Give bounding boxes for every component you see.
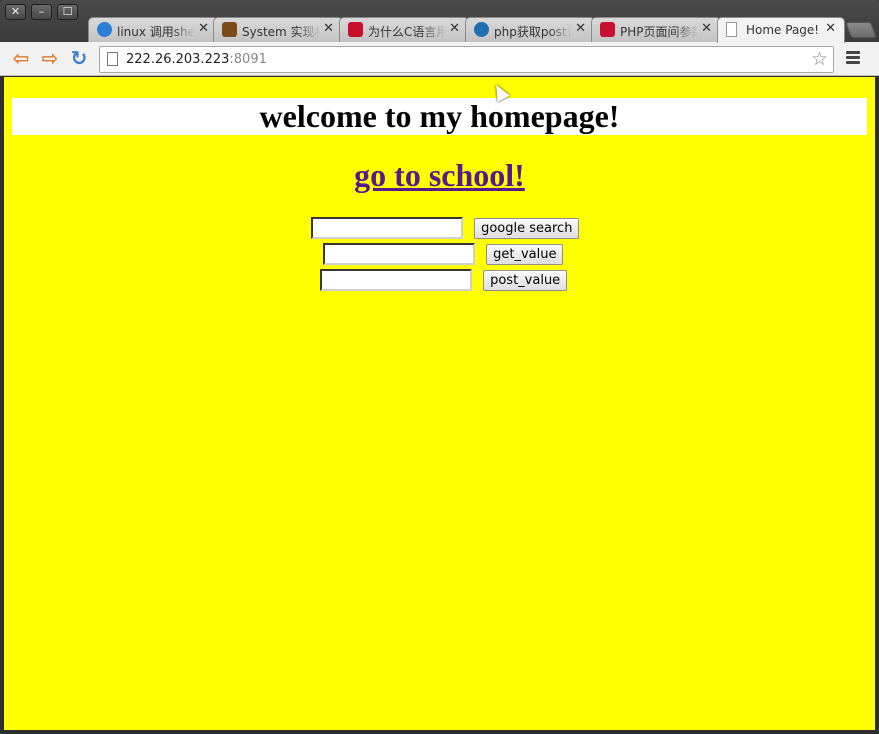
browser-window: ✕ – ☐ linux 调用she ✕ System 实现机 ✕ 为什么C语言用… [0,0,879,734]
close-tab-icon[interactable]: ✕ [449,21,460,36]
forward-arrow-icon[interactable]: ⇨ [39,48,61,69]
generic-site-icon [97,22,112,37]
tab-home-page[interactable]: Home Page! ✕ [717,17,845,43]
go-to-school-link[interactable]: go to school! [4,157,875,194]
url-port: :8091 [229,52,267,67]
get-value-button[interactable]: get_value [486,243,564,265]
close-tab-icon[interactable]: ✕ [575,21,586,36]
tab-linux[interactable]: linux 调用she ✕ [88,17,218,42]
post-value-button[interactable]: post_value [483,269,568,291]
window-minimize-button[interactable]: – [31,4,52,20]
tab-c-language[interactable]: 为什么C语言用 ✕ [339,17,469,42]
tab-php-params[interactable]: PHP页面间参数 ✕ [591,17,721,42]
google-search-form: google search [311,217,580,239]
page-icon [107,52,118,66]
get-value-input[interactable] [323,243,475,265]
address-bar[interactable]: 222.26.203.223:8091 ☆ [99,46,834,73]
google-search-input[interactable] [311,217,463,239]
close-tab-icon[interactable]: ✕ [323,21,334,36]
docin-icon [222,22,237,37]
page-viewport: welcome to my homepage! go to school! go… [4,77,875,730]
new-tab-button[interactable] [845,22,877,38]
page-heading: welcome to my homepage! [259,98,620,134]
tab-title: Home Page! [746,23,820,37]
close-tab-icon[interactable]: ✕ [198,21,209,36]
chinaunix-icon [474,22,489,37]
page-icon [726,22,737,37]
url-host: 222.26.203.223 [126,52,230,67]
tab-title: PHP页面间参数 [620,25,698,39]
csdn-icon [600,22,615,37]
reload-icon[interactable]: ↻ [68,48,90,69]
google-search-button[interactable]: google search [474,217,580,239]
heading-container: welcome to my homepage! [12,98,867,135]
tab-title: 为什么C语言用 [368,25,446,39]
tab-title: System 实现机 [242,25,320,39]
tab-title: php获取post请 [494,25,572,39]
window-close-button[interactable]: ✕ [5,4,26,20]
tab-php-post[interactable]: php获取post请 ✕ [465,17,595,42]
bookmark-star-icon[interactable]: ☆ [811,48,828,70]
window-maximize-button[interactable]: ☐ [57,4,78,20]
close-tab-icon[interactable]: ✕ [825,21,836,36]
url-text: 222.26.203.223:8091 [126,52,267,67]
post-value-form: post_value [320,269,568,291]
csdn-icon [348,22,363,37]
get-value-form: get_value [323,243,564,265]
tab-title: linux 调用she [117,25,195,39]
back-arrow-icon[interactable]: ⇦ [10,48,32,69]
tab-strip: ✕ – ☐ linux 调用she ✕ System 实现机 ✕ 为什么C语言用… [0,0,879,43]
browser-toolbar: ⇦ ⇨ ↻ 222.26.203.223:8091 ☆ [0,42,879,76]
post-value-input[interactable] [320,269,472,291]
close-tab-icon[interactable]: ✕ [701,21,712,36]
menu-icon[interactable] [846,51,860,66]
tab-system[interactable]: System 实现机 ✕ [213,17,343,42]
